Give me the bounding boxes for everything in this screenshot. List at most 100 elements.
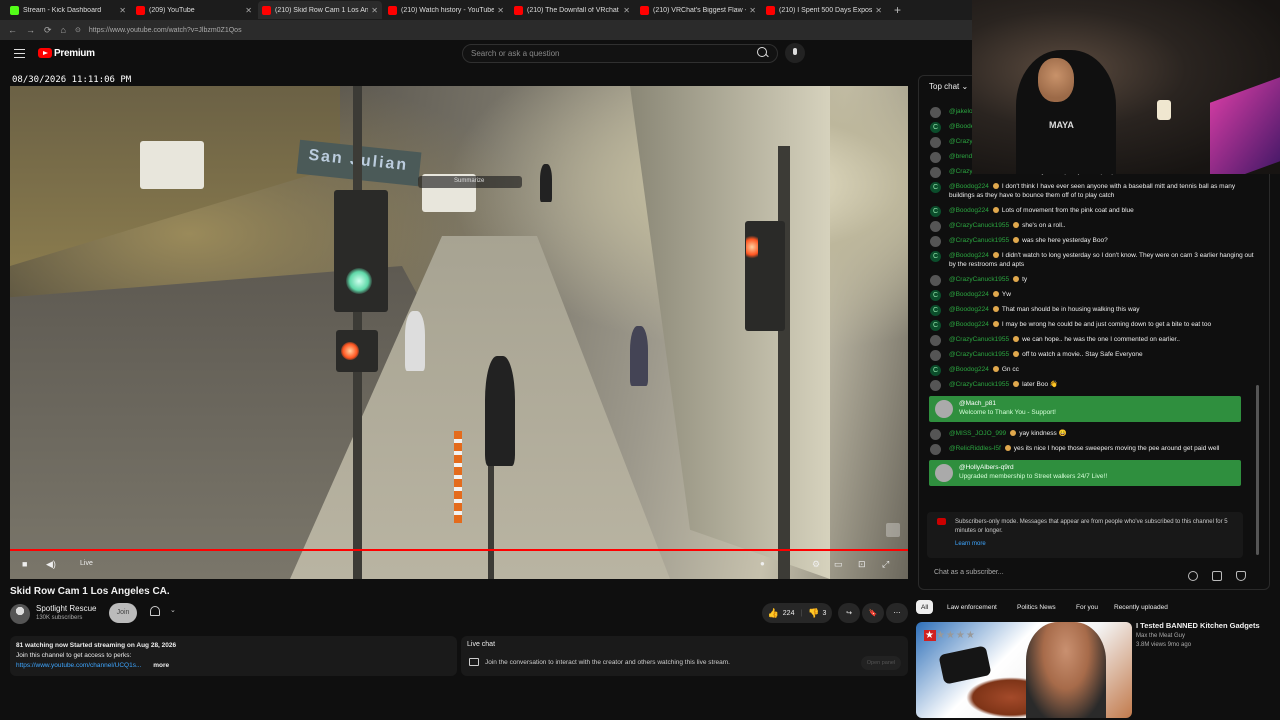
tab-close-icon[interactable]: ✕: [623, 6, 630, 15]
chat-message[interactable]: @Boodog224I don't think I have ever seen…: [927, 179, 1261, 203]
browser-tab[interactable]: (210) Watch history - YouTube ✕: [384, 1, 508, 19]
chat-author[interactable]: @brend: [949, 153, 972, 160]
description-link[interactable]: https://www.youtube.com/channel/UCQ1s...: [16, 662, 141, 669]
member-author[interactable]: @Mach_p81: [959, 399, 1241, 408]
chat-author[interactable]: @MISS_JOJO_999: [949, 430, 1006, 437]
chat-avatar[interactable]: [930, 206, 941, 217]
chat-author[interactable]: @CrazyCanuck1955: [949, 237, 1009, 244]
chat-message[interactable]: @MISS_JOJO_999 yay kindness 😄: [927, 426, 1261, 441]
youtube-logo-icon[interactable]: [38, 48, 52, 58]
open-panel-button[interactable]: Open panel: [861, 656, 901, 670]
channel-name[interactable]: Spotlight Rescue: [36, 604, 96, 613]
channel-avatar[interactable]: [10, 604, 30, 624]
chat-message[interactable]: @Boodog224 Yw: [927, 287, 1261, 302]
thumbs-down-icon[interactable]: 👎: [808, 608, 819, 619]
chat-avatar[interactable]: [930, 167, 941, 178]
save-bookmark-icon[interactable]: 🔖: [862, 603, 884, 623]
tab-close-icon[interactable]: ✕: [497, 6, 504, 15]
like-dislike-pill[interactable]: 👍 224 | 👎 3: [762, 603, 832, 623]
browser-tab[interactable]: (210) VRChat's Biggest Flaw - You✕: [636, 1, 760, 19]
filter-chip[interactable]: Recently uploaded: [1109, 600, 1173, 614]
chat-author[interactable]: @CrazyCanuck1955: [949, 336, 1009, 343]
chat-avatar[interactable]: [930, 380, 941, 391]
chat-avatar[interactable]: [930, 251, 941, 262]
chat-message[interactable]: @CrazyCanuck1955 we can hope.. he was the…: [927, 332, 1261, 347]
join-button[interactable]: Join: [109, 603, 137, 623]
chat-avatar[interactable]: [930, 429, 941, 440]
description-box[interactable]: 81 watching now Started streaming on Aug…: [10, 636, 457, 676]
summarize-button[interactable]: Summarize: [454, 178, 484, 184]
learn-more-link[interactable]: Learn more: [955, 540, 1243, 549]
chat-message[interactable]: @CrazyCanuck1955 ty: [927, 272, 1261, 287]
chat-avatar[interactable]: [930, 305, 941, 316]
chat-avatar[interactable]: [930, 152, 941, 163]
chat-author[interactable]: @Boodog224: [949, 321, 989, 328]
url-text[interactable]: https://www.youtube.com/watch?v=Jlbzm0Z1…: [89, 27, 242, 34]
chat-author[interactable]: @CrazyCanuck1955: [949, 351, 1009, 358]
reload-icon[interactable]: ⟳: [44, 25, 52, 36]
member-avatar[interactable]: [935, 464, 953, 482]
chat-author[interactable]: @Boodog224: [949, 252, 989, 259]
member-author[interactable]: @HollyAlbers-q9rd: [959, 463, 1241, 472]
membership-event[interactable]: @HollyAlbers-q9rd Upgraded membership to …: [929, 460, 1241, 486]
back-icon[interactable]: ←: [8, 25, 17, 35]
chat-message[interactable]: @RelicRiddles-l5f yes its nice I hope tho…: [927, 441, 1261, 456]
microphone-icon[interactable]: [785, 43, 805, 63]
tab-close-icon[interactable]: ✕: [749, 6, 756, 15]
browser-tab[interactable]: (210) Skid Row Cam 1 Los Angeles✕: [258, 1, 382, 19]
chat-message[interactable]: @Boodog224I didn't watch to long yesterd…: [927, 248, 1261, 272]
settings-gear-icon[interactable]: ⚙: [812, 559, 820, 570]
description-more-button[interactable]: more: [153, 662, 169, 669]
chat-message[interactable]: @Boodog224 That man should be in housing …: [927, 302, 1261, 317]
member-avatar[interactable]: [935, 400, 953, 418]
chat-message[interactable]: @CrazyCanuck1955 later Boo 👋: [927, 377, 1261, 392]
chat-author[interactable]: @Boodog224: [949, 366, 989, 373]
filter-chip[interactable]: Politics News: [1012, 600, 1061, 614]
new-tab-icon[interactable]: +: [894, 3, 901, 17]
brand-label[interactable]: Premium: [54, 48, 95, 59]
search-icon[interactable]: [757, 47, 767, 57]
chat-author[interactable]: @jakelo: [949, 108, 973, 115]
player-overlay-bar[interactable]: Summarize: [418, 176, 522, 188]
heart-icon[interactable]: [1236, 571, 1246, 581]
chevron-down-icon[interactable]: ⌄: [170, 606, 176, 614]
chat-author[interactable]: @Crazy: [949, 138, 973, 145]
chat-avatar[interactable]: [930, 182, 941, 193]
chat-author[interactable]: @Boode: [949, 123, 974, 130]
chat-avatar[interactable]: [930, 236, 941, 247]
chat-message[interactable]: @CrazyCanuck1955 she's on a roll..: [927, 218, 1261, 233]
cast-icon[interactable]: ⊡: [858, 559, 866, 570]
chat-message[interactable]: @CrazyCanuck1955 was she here yesterday B…: [927, 233, 1261, 248]
chat-scrollbar[interactable]: [1256, 385, 1259, 555]
chat-message[interactable]: @Boodog224 Lots of movement from the pink…: [927, 203, 1261, 218]
forward-icon[interactable]: →: [26, 25, 35, 35]
chat-avatar[interactable]: [930, 320, 941, 331]
chat-avatar[interactable]: [930, 444, 941, 455]
chat-author[interactable]: @CrazyCanuck1955: [949, 222, 1009, 229]
site-info-icon[interactable]: ⊙: [75, 26, 81, 34]
chat-avatar[interactable]: [930, 350, 941, 361]
chat-author[interactable]: @Boodog224: [949, 207, 989, 214]
chat-message[interactable]: @CrazyCanuck1955 off to watch a movie.. S…: [927, 347, 1261, 362]
chat-avatar[interactable]: [930, 221, 941, 232]
chat-avatar[interactable]: [930, 335, 941, 346]
chat-input[interactable]: Chat as a subscriber...: [934, 569, 1004, 576]
share-icon[interactable]: ↪: [838, 603, 860, 623]
fullscreen-icon[interactable]: ⤢: [882, 559, 889, 570]
home-icon[interactable]: ⌂: [61, 25, 66, 35]
recommended-video-thumbnail[interactable]: ★★★★★: [916, 622, 1132, 718]
chat-filter-dropdown[interactable]: Top chat ⌄: [929, 82, 968, 91]
chat-message[interactable]: @Boodog224 Gn cc: [927, 362, 1261, 377]
browser-tab[interactable]: (210) I Spent 500 Days Exposing V✕: [762, 1, 886, 19]
chat-author[interactable]: @Boodog224: [949, 306, 989, 313]
browser-tab[interactable]: Stream - Kick Dashboard ✕: [6, 1, 130, 19]
tab-close-icon[interactable]: ✕: [875, 6, 882, 15]
live-progress-bar[interactable]: [10, 549, 908, 551]
thumbs-up-icon[interactable]: 👍: [768, 608, 779, 619]
browser-tab[interactable]: (209) YouTube ✕: [132, 1, 256, 19]
bell-icon[interactable]: [150, 606, 160, 616]
menu-icon[interactable]: [14, 49, 25, 58]
live-label[interactable]: Live: [80, 560, 93, 567]
chat-author[interactable]: @CrazyCanuck1955: [949, 381, 1009, 388]
emoji-icon[interactable]: [1188, 571, 1198, 581]
